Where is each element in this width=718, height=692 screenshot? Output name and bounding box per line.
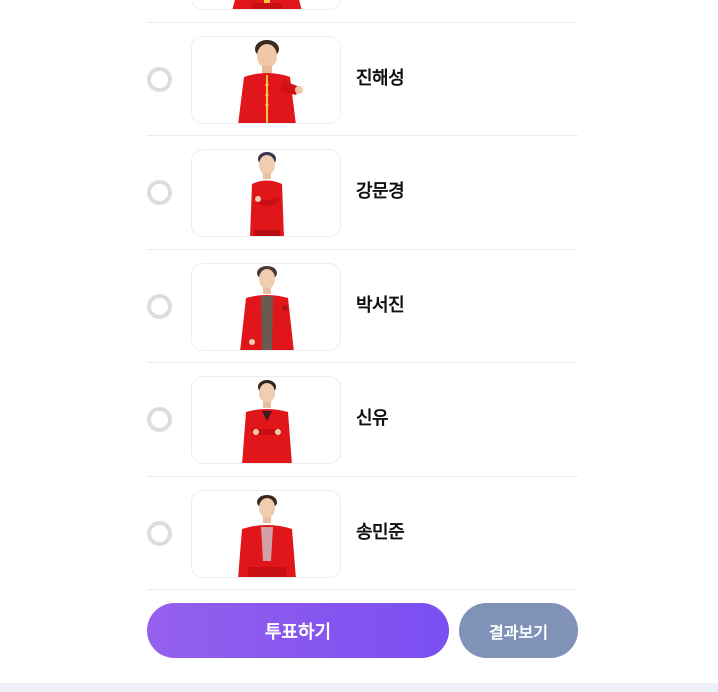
radio-button[interactable]	[147, 180, 172, 205]
person-illustration	[238, 494, 296, 577]
candidate-row[interactable]: 박서진	[147, 250, 578, 363]
candidate-row[interactable]: 송민준	[147, 477, 578, 590]
candidate-photo	[191, 489, 341, 578]
person-illustration	[242, 380, 292, 463]
vote-actions: 투표하기 결과보기	[147, 603, 578, 659]
candidate-name: 신유	[356, 408, 389, 429]
view-results-button[interactable]: 결과보기	[459, 603, 578, 658]
person-illustration	[238, 39, 303, 123]
candidate-list: 진해성 강문경 박서진 신유 송민준	[147, 0, 578, 590]
vote-button[interactable]: 투표하기	[147, 603, 449, 658]
footer-divider	[0, 683, 718, 692]
candidate-row[interactable]: 신유	[147, 363, 578, 477]
candidate-row[interactable]	[147, 0, 578, 23]
person-illustration	[250, 152, 284, 236]
vote-page: 진해성 강문경 박서진 신유 송민준 투표하기 결과보기	[0, 0, 718, 692]
radio-button[interactable]	[147, 66, 172, 92]
person-illustration	[232, 0, 302, 9]
candidate-photo	[191, 376, 341, 464]
radio-button[interactable]	[147, 407, 172, 432]
candidate-row[interactable]: 강문경	[147, 136, 578, 250]
candidate-photo	[191, 0, 341, 10]
candidate-photo	[191, 35, 341, 124]
candidate-name: 진해성	[356, 67, 405, 89]
candidate-row[interactable]: 진해성	[147, 23, 578, 136]
radio-button[interactable]	[147, 293, 172, 319]
candidate-name: 송민준	[356, 521, 405, 543]
candidate-photo	[191, 149, 341, 237]
radio-button[interactable]	[147, 520, 172, 546]
candidate-name: 강문경	[356, 181, 405, 202]
candidate-name: 박서진	[356, 294, 405, 316]
candidate-photo	[191, 262, 341, 351]
person-illustration	[240, 265, 294, 350]
